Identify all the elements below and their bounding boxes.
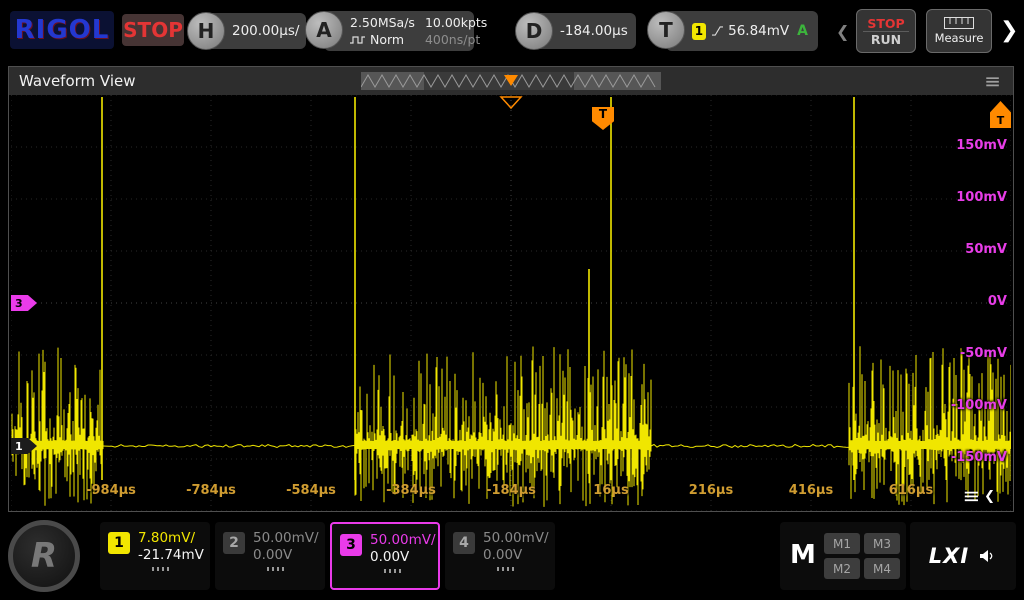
graticule: 3 1 T T ≡ ❮ 150mV100mV50mV0V-50mV-100mV-…: [11, 95, 1011, 511]
voltage-label: 50mV: [965, 242, 1007, 257]
rigol-logo: RIGOL: [10, 11, 114, 49]
run-label: RUN: [863, 31, 909, 47]
voltage-label: -100mV: [951, 398, 1007, 413]
waveform-view-title: Waveform View: [19, 67, 136, 95]
rigol-emblem-letter: R: [31, 536, 57, 576]
oscilloscope-screen: RIGOL STOP H 200.00µs/ A 2.50MSa/s Norm …: [0, 0, 1024, 600]
channel1-coupling-icon: [152, 567, 170, 571]
math3-button[interactable]: M3: [864, 533, 900, 554]
channel4-coupling-icon: [497, 567, 515, 571]
lxi-panel: LXI: [910, 522, 1016, 590]
measure-button[interactable]: Measure: [926, 9, 992, 53]
menu-lines-icon: ≡: [962, 487, 980, 505]
channel3-offset: 0.00V: [370, 549, 436, 566]
graticule-decorations: [501, 97, 521, 108]
math-panel: M M1 M3 M2 M4: [780, 522, 906, 590]
pulse-icon: [350, 35, 366, 45]
menu-open-arrow-icon: ❮: [984, 489, 995, 504]
channel3-badge: 3: [340, 534, 362, 556]
horizontal-button[interactable]: H: [187, 12, 225, 50]
voltage-label: -150mV: [951, 450, 1007, 465]
sample-rate: 2.50MSa/s: [350, 15, 415, 30]
toolbar-chevron-left-icon[interactable]: ❮: [836, 22, 849, 41]
time-label: 216µs: [689, 483, 733, 498]
channel2-offset: 0.00V: [253, 547, 319, 564]
hamburger-menu-icon[interactable]: ≡: [984, 67, 1001, 95]
trigger-sweep-mode: A: [789, 23, 808, 39]
lxi-logo: LXI: [929, 544, 969, 568]
memory-depth: 10.00kpts: [425, 15, 487, 30]
rigol-emblem[interactable]: R: [8, 520, 80, 592]
measure-label: Measure: [935, 31, 984, 45]
time-label: -784µs: [186, 483, 236, 498]
horizontal-position-strip[interactable]: [361, 72, 661, 90]
channel1-badge: 1: [108, 532, 130, 554]
voltage-label: -50mV: [960, 346, 1007, 361]
channel4-box[interactable]: 4 50.00mV/ 0.00V: [445, 522, 555, 590]
channel4-badge: 4: [453, 532, 475, 554]
channel2-scale: 50.00mV/: [253, 530, 319, 547]
acquire-mode: Norm: [370, 32, 404, 47]
horizontal-scale-value: 200.00µs/: [232, 23, 299, 39]
delay-value: -184.00µs: [560, 23, 628, 39]
voltage-label: 100mV: [956, 190, 1007, 205]
channel4-scale: 50.00mV/: [483, 530, 549, 547]
channel4-offset: 0.00V: [483, 547, 549, 564]
channel1-waveform: [11, 97, 1011, 507]
time-label: -384µs: [386, 483, 436, 498]
sample-resolution: 400ns/pt: [425, 32, 487, 47]
acquire-button[interactable]: A: [305, 11, 343, 49]
channel1-scale: 7.80mV/: [138, 530, 204, 547]
math2-button[interactable]: M2: [824, 558, 860, 579]
trigger-info[interactable]: 1 56.84mV A: [666, 11, 818, 51]
delay-button[interactable]: D: [515, 12, 553, 50]
toolbar-chevron-right-icon[interactable]: ❯: [1000, 18, 1018, 43]
collapsed-menu-tab[interactable]: ≡ ❮: [962, 487, 995, 505]
time-label: 616µs: [889, 483, 933, 498]
trigger-button[interactable]: T: [647, 11, 685, 49]
acquire-info[interactable]: 2.50MSa/s Norm 10.00kpts 400ns/pt: [324, 11, 474, 51]
channel1-box[interactable]: 1 7.80mV/ -21.74mV: [100, 522, 210, 590]
trigger-level-value: 56.84mV: [728, 23, 789, 39]
time-label: 416µs: [789, 483, 833, 498]
math-label: M: [790, 540, 816, 570]
waveform-view-panel: Waveform View ≡ 3 1 T T ≡ ❮ 150mV100mV50…: [8, 66, 1014, 512]
stop-run-button[interactable]: STOP RUN: [856, 9, 916, 53]
channel2-coupling-icon: [267, 567, 285, 571]
waveform-view-header: Waveform View ≡: [9, 67, 1013, 95]
math4-button[interactable]: M4: [864, 558, 900, 579]
voltage-label: 0V: [988, 294, 1007, 309]
acquisition-status: STOP: [122, 14, 184, 46]
rising-edge-icon: [712, 24, 723, 38]
channel3-coupling-icon: [384, 569, 402, 573]
trigger-source-badge: 1: [692, 23, 706, 40]
time-label: -584µs: [286, 483, 336, 498]
voltage-label: 150mV: [956, 138, 1007, 153]
ruler-icon: [944, 17, 974, 29]
channel2-box[interactable]: 2 50.00mV/ 0.00V: [215, 522, 325, 590]
speaker-icon[interactable]: [979, 549, 997, 563]
channel1-offset: -21.74mV: [138, 547, 204, 564]
time-label: -184µs: [486, 483, 536, 498]
time-label: 16µs: [593, 483, 628, 498]
channel3-box[interactable]: 3 50.00mV/ 0.00V: [330, 522, 440, 590]
channel3-scale: 50.00mV/: [370, 532, 436, 549]
channel2-badge: 2: [223, 532, 245, 554]
math1-button[interactable]: M1: [824, 533, 860, 554]
stop-label: STOP: [863, 16, 909, 31]
time-label: -984µs: [86, 483, 136, 498]
